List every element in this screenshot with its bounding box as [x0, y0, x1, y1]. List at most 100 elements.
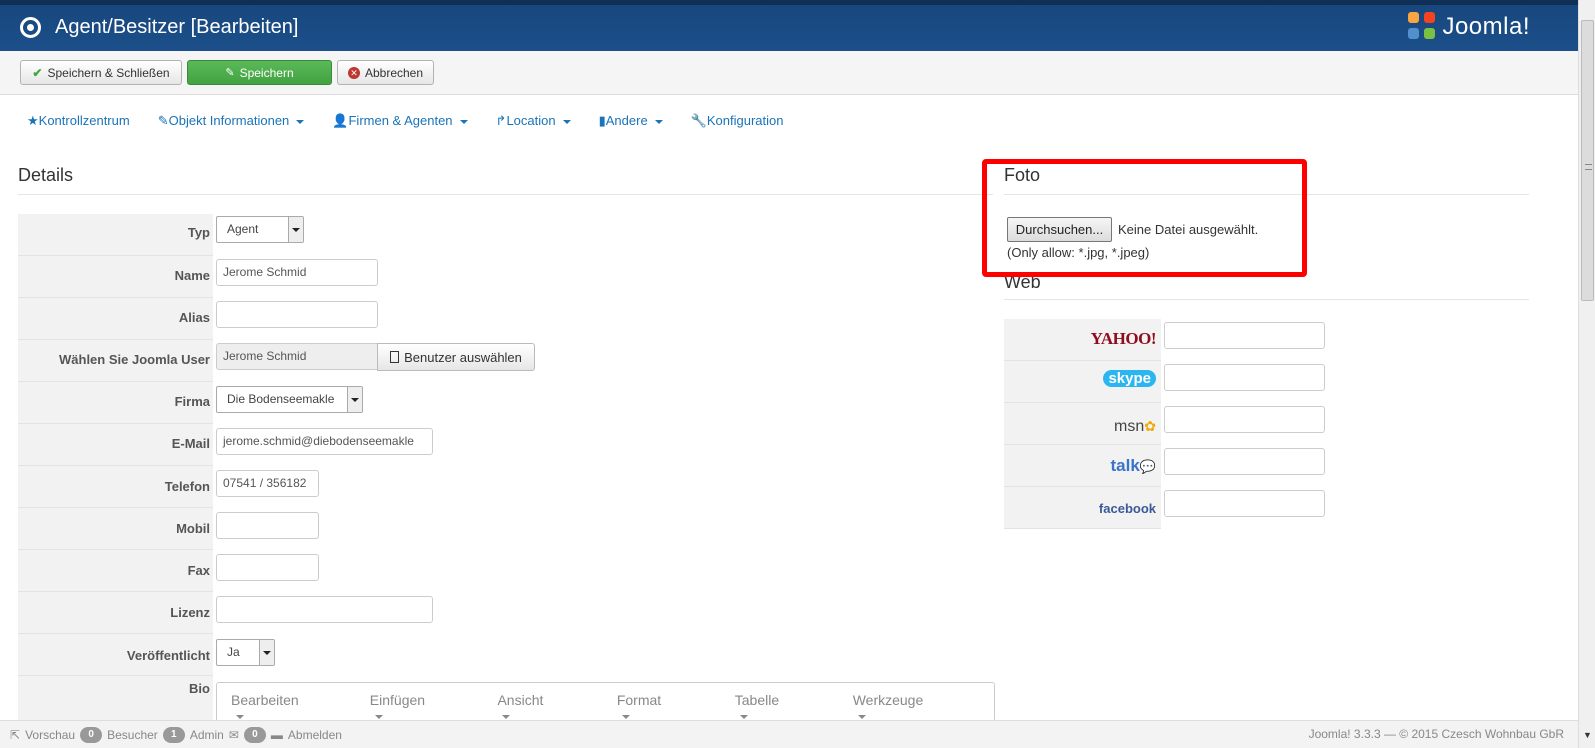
name-label: Name — [174, 268, 210, 283]
telefon-label: Telefon — [164, 479, 210, 494]
fax-input[interactable] — [216, 554, 319, 581]
mobil-input[interactable] — [216, 512, 319, 539]
name-input[interactable]: Jerome Schmid — [216, 259, 378, 286]
joomla-logo[interactable]: Joomla! — [1408, 11, 1530, 43]
skype-logo: skype — [1103, 370, 1156, 387]
firma-value: Die Bodenseemakle — [227, 392, 335, 406]
chevron-down-icon — [259, 640, 274, 665]
toolbar: ✔ Speichern & Schließen ✎ Speichern ✕ Ab… — [0, 51, 1578, 95]
page-title: Agent/Besitzer [Bearbeiten] — [55, 16, 299, 38]
yahoo-logo: YAHOO! — [1090, 329, 1157, 348]
star-icon: ★ — [27, 113, 39, 128]
menu-label: Werkzeuge — [852, 692, 924, 708]
minus-icon: ▬ — [270, 728, 283, 742]
select-user-label: Benutzer auswählen — [404, 349, 522, 365]
skype-input[interactable] — [1164, 364, 1325, 391]
scroll-down-arrow-icon[interactable]: ▼ — [1581, 730, 1594, 745]
admin-badge: 1 — [162, 727, 185, 743]
lizenz-input[interactable] — [216, 596, 433, 623]
butterfly-icon: ✿ — [1144, 418, 1156, 434]
status-bar: ⇱ Vorschau 0 Besucher 1 Admin ✉ 0 ▬ Abme… — [0, 720, 1578, 748]
save-and-close-button[interactable]: ✔ Speichern & Schließen — [20, 60, 182, 85]
typ-value: Agent — [227, 222, 259, 236]
details-divider — [18, 194, 993, 195]
msn-input[interactable] — [1164, 406, 1325, 433]
msn-logo: msn✿ — [1114, 418, 1156, 436]
select-user-button[interactable]: Benutzer auswählen — [377, 343, 535, 371]
joomla-logo-icon — [1408, 12, 1438, 42]
nav-label: Andere — [605, 113, 648, 128]
user-icon: 👤 — [332, 113, 349, 128]
typ-select[interactable]: Agent — [216, 216, 304, 243]
edit-icon: ✎ — [157, 113, 169, 128]
caret-down-icon — [374, 715, 383, 720]
menu-label: Tabelle — [734, 692, 780, 708]
caret-down-icon — [502, 715, 511, 720]
form-row-bg — [18, 550, 213, 592]
share-icon: ↱ — [495, 113, 507, 128]
footer-text: Joomla! 3.3.3 — © 2015 Czesch Wohnbau Gb… — [1308, 727, 1564, 741]
gtalk-logo: talk💬 — [1111, 456, 1156, 476]
menu-label: Format — [616, 692, 662, 708]
logout-link[interactable]: Abmelden — [288, 728, 342, 742]
lizenz-label: Lizenz — [170, 605, 210, 620]
grip-icon — [1585, 164, 1592, 170]
menu-label: Ansicht — [497, 692, 544, 708]
caret-down-icon — [296, 119, 305, 124]
nav-location[interactable]: ↱Location — [496, 113, 571, 133]
form-row-bg — [18, 676, 213, 720]
cancel-button[interactable]: ✕ Abbrechen — [337, 60, 434, 85]
app-header: Agent/Besitzer [Bearbeiten] Joomla! — [0, 0, 1578, 51]
scrollbar-thumb[interactable] — [1581, 20, 1594, 301]
wrench-icon: 🔧 — [690, 113, 707, 128]
caret-down-icon — [654, 119, 663, 124]
alias-label: Alias — [178, 310, 210, 325]
caret-down-icon — [236, 715, 244, 720]
status-left: ⇱ Vorschau 0 Besucher 1 Admin ✉ 0 ▬ Abme… — [10, 727, 342, 743]
gtalk-logo-text: talk — [1110, 456, 1140, 475]
web-divider — [1004, 299, 1529, 300]
veroeffentlicht-select[interactable]: Ja — [216, 639, 275, 666]
speech-bubble-icon: 💬 — [1139, 459, 1156, 474]
nav-kontrollzentrum[interactable]: ★Kontrollzentrum — [27, 113, 130, 133]
edit-icon: ✎ — [225, 67, 235, 79]
alias-input[interactable] — [216, 301, 378, 328]
caret-down-icon — [562, 119, 571, 124]
nav-label: Kontrollzentrum — [38, 113, 130, 128]
email-input[interactable]: jerome.schmid@diebodenseemakle — [216, 428, 433, 455]
bookmark-icon: ▮ — [598, 113, 606, 128]
joomla-brand-text: Joomla! — [1442, 13, 1530, 40]
file-icon — [390, 351, 400, 363]
facebook-logo: facebook — [1098, 501, 1156, 516]
details-heading: Details — [18, 165, 74, 185]
page: Agent/Besitzer [Bearbeiten] Joomla! ✔ Sp… — [0, 0, 1595, 748]
facebook-input[interactable] — [1164, 490, 1325, 517]
admin-label: Admin — [189, 728, 224, 742]
joomla-user-input[interactable]: Jerome Schmid — [216, 343, 378, 370]
caret-down-icon — [621, 715, 630, 720]
email-label: E-Mail — [171, 436, 210, 451]
telefon-input[interactable]: 07541 / 356182 — [216, 470, 319, 497]
nav-konfiguration[interactable]: 🔧Konfiguration — [691, 113, 784, 133]
check-icon: ✔ — [32, 65, 43, 80]
bio-label: Bio — [189, 681, 210, 696]
visitors-label: Besucher — [107, 728, 158, 742]
yahoo-input[interactable] — [1164, 322, 1325, 349]
gtalk-input[interactable] — [1164, 448, 1325, 475]
bio-editor[interactable]: Bearbeiten Einfügen Ansicht Format Tabel… — [216, 682, 995, 722]
firma-select[interactable]: Die Bodenseemakle — [216, 386, 363, 413]
nav-label: Objekt Informationen — [168, 113, 290, 128]
nav-andere[interactable]: ▮Andere — [599, 113, 663, 133]
nav-objekt-informationen[interactable]: ✎Objekt Informationen — [158, 113, 305, 133]
caret-down-icon — [739, 715, 748, 720]
joomla-user-label: Wählen Sie Joomla User — [59, 352, 210, 367]
component-nav: ★Kontrollzentrum ✎Objekt Informationen 👤… — [27, 113, 812, 133]
vertical-scrollbar[interactable]: ▼ — [1578, 0, 1595, 748]
menu-label: Einfügen — [369, 692, 426, 708]
save-button[interactable]: ✎ Speichern — [187, 60, 332, 85]
preview-link[interactable]: Vorschau — [25, 728, 75, 742]
nav-label: Firmen & Agenten — [348, 113, 453, 128]
mail-icon: ✉ — [228, 728, 239, 742]
veroeffentlicht-value: Ja — [227, 645, 240, 659]
nav-firmen-agenten[interactable]: 👤Firmen & Agenten — [332, 113, 468, 133]
